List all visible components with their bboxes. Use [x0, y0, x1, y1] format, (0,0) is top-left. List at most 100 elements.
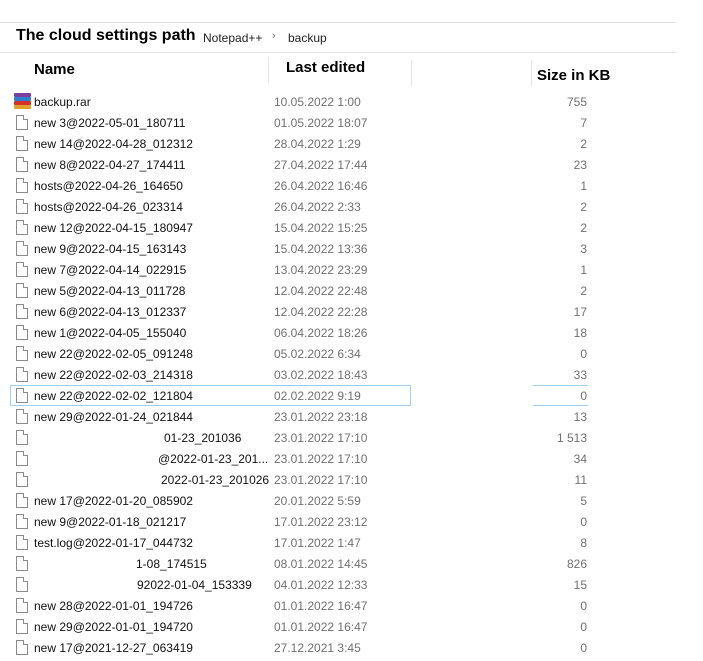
file-icon	[16, 283, 28, 298]
selection-highlight	[533, 385, 588, 386]
file-icon	[16, 325, 28, 340]
column-divider[interactable]	[268, 57, 269, 83]
file-icon	[16, 451, 28, 466]
file-row[interactable]: backup.rar 10.05.2022 1:00 755	[0, 91, 703, 112]
file-size: 8	[580, 536, 587, 550]
file-row[interactable]: new 12@2022-04-15_180947 15.04.2022 15:25…	[0, 217, 703, 238]
file-icon	[16, 409, 28, 424]
column-header-last-edited[interactable]: Last edited	[286, 59, 365, 76]
file-date: 23.01.2022 17:10	[274, 473, 368, 487]
file-name: hosts@2022-04-26_164650	[34, 179, 183, 193]
file-icon	[16, 598, 28, 613]
file-row[interactable]: @2022-01-23_201... 23.01.2022 17:10 34	[0, 448, 703, 469]
file-name: new 3@2022-05-01_180711	[34, 116, 186, 130]
file-row[interactable]: new 6@2022-04-13_012337 12.04.2022 22:28 1…	[0, 301, 703, 322]
file-size: 0	[580, 515, 587, 529]
file-size: 0	[580, 347, 587, 361]
column-header-name[interactable]: Name	[34, 61, 75, 78]
file-date: 06.04.2022 18:26	[274, 326, 368, 340]
column-divider[interactable]	[411, 60, 412, 86]
file-name: new 22@2022-02-03_214318	[34, 368, 193, 382]
file-date: 12.04.2022 22:48	[274, 284, 368, 298]
file-date: 28.04.2022 1:29	[274, 137, 361, 151]
file-date: 17.01.2022 1:47	[274, 536, 361, 550]
file-size: 33	[573, 368, 587, 382]
file-row[interactable]: new 22@2022-02-05_091248 05.02.2022 6:34 0	[0, 343, 703, 364]
file-row[interactable]: new 14@2022-04-28_012312 28.04.2022 1:29 2	[0, 133, 703, 154]
file-date: 23.01.2022 17:10	[274, 431, 368, 445]
breadcrumb-item-notepadpp[interactable]: Notepad++	[203, 31, 262, 45]
file-row[interactable]: new 8@2022-04-27_174411 27.04.2022 17:44 2…	[0, 154, 703, 175]
file-name: new 6@2022-04-13_012337	[34, 305, 187, 319]
file-icon	[16, 535, 28, 550]
breadcrumb-item-backup[interactable]: backup	[288, 31, 327, 45]
file-row[interactable]: new 22@2022-02-02_121804 02.02.2022 9:19 0	[0, 385, 703, 406]
file-size: 3	[580, 242, 587, 256]
file-name: @2022-01-23_201...	[158, 452, 269, 466]
file-icon	[16, 619, 28, 634]
file-name: new 1@2022-04-05_155040	[34, 326, 187, 340]
file-row[interactable]: hosts@2022-04-26_164650 26.04.2022 16:46 1	[0, 175, 703, 196]
file-date: 04.01.2022 12:33	[274, 578, 368, 592]
file-name: new 8@2022-04-27_174411	[34, 158, 186, 172]
file-icon	[16, 493, 28, 508]
file-icon	[16, 556, 28, 571]
file-icon	[16, 640, 28, 655]
file-row[interactable]: new 17@2021-12-27_063419 27.12.2021 3:45 0	[0, 637, 703, 658]
file-row[interactable]: new 29@2022-01-24_021844 23.01.2022 23:18…	[0, 406, 703, 427]
file-name: new 22@2022-02-05_091248	[34, 347, 193, 361]
file-size: 1	[580, 179, 587, 193]
file-name: new 9@2022-01-18_021217	[34, 515, 187, 529]
file-name: 2022-01-23_201026	[161, 473, 270, 487]
rar-archive-icon	[14, 93, 31, 109]
file-size: 0	[580, 389, 587, 403]
chevron-right-icon: ›	[272, 30, 276, 42]
file-row[interactable]: new 29@2022-01-01_194720 01.01.2022 16:47…	[0, 616, 703, 637]
column-header-size[interactable]: Size in KB	[537, 67, 610, 84]
file-date: 03.02.2022 18:43	[274, 368, 368, 382]
file-icon	[16, 262, 28, 277]
file-date: 20.01.2022 5:59	[274, 494, 361, 508]
file-size: 18	[573, 326, 587, 340]
file-row[interactable]: new 3@2022-05-01_180711 01.05.2022 18:07 7	[0, 112, 703, 133]
file-icon	[16, 220, 28, 235]
file-row[interactable]: 1-08_174515 08.01.2022 14:45 826	[0, 553, 703, 574]
file-name: new 29@2022-01-01_194720	[34, 620, 193, 634]
file-date: 15.04.2022 13:36	[274, 242, 368, 256]
file-row[interactable]: 92022-01-04_153339 04.01.2022 12:33 15	[0, 574, 703, 595]
file-size: 1	[580, 263, 587, 277]
file-row[interactable]: new 28@2022-01-01_194726 01.01.2022 16:47…	[0, 595, 703, 616]
file-icon	[16, 115, 28, 130]
file-size: 0	[580, 599, 587, 613]
file-row[interactable]: new 9@2022-04-15_163143 15.04.2022 13:36 3	[0, 238, 703, 259]
file-row[interactable]: 01-23_201036 23.01.2022 17:10 1 513	[0, 427, 703, 448]
file-row[interactable]: hosts@2022-04-26_023314 26.04.2022 2:33 2	[0, 196, 703, 217]
file-name: test.log@2022-01-17_044732	[34, 536, 193, 550]
file-icon	[16, 367, 28, 382]
file-name: hosts@2022-04-26_023314	[34, 200, 183, 214]
file-name: new 7@2022-04-14_022915	[34, 263, 187, 277]
file-row[interactable]: new 1@2022-04-05_155040 06.04.2022 18:26 1…	[0, 322, 703, 343]
file-size: 2	[580, 221, 587, 235]
file-icon	[16, 346, 28, 361]
file-row[interactable]: new 9@2022-01-18_021217 17.01.2022 23:12 0	[0, 511, 703, 532]
file-row[interactable]: new 7@2022-04-14_022915 13.04.2022 23:29 1	[0, 259, 703, 280]
column-divider[interactable]	[531, 60, 532, 86]
file-list: backup.rar 10.05.2022 1:00 755 new 3@2022-0…	[0, 91, 703, 658]
file-name: new 9@2022-04-15_163143	[34, 242, 187, 256]
file-date: 23.01.2022 17:10	[274, 452, 368, 466]
file-name: new 22@2022-02-02_121804	[34, 389, 193, 403]
file-size: 2	[580, 200, 587, 214]
file-row[interactable]: new 17@2022-01-20_085902 20.01.2022 5:59 5	[0, 490, 703, 511]
file-row[interactable]: new 5@2022-04-13_011728 12.04.2022 22:48 2	[0, 280, 703, 301]
file-icon	[16, 577, 28, 592]
file-row[interactable]: test.log@2022-01-17_044732 17.01.2022 1:4…	[0, 532, 703, 553]
file-name: new 5@2022-04-13_011728	[34, 284, 186, 298]
file-date: 01.01.2022 16:47	[274, 599, 368, 613]
file-row[interactable]: new 22@2022-02-03_214318 03.02.2022 18:43…	[0, 364, 703, 385]
file-date: 15.04.2022 15:25	[274, 221, 368, 235]
file-row[interactable]: 2022-01-23_201026 23.01.2022 17:10 11	[0, 469, 703, 490]
file-size: 5	[580, 494, 587, 508]
file-size: 2	[580, 284, 587, 298]
file-icon	[16, 514, 28, 529]
